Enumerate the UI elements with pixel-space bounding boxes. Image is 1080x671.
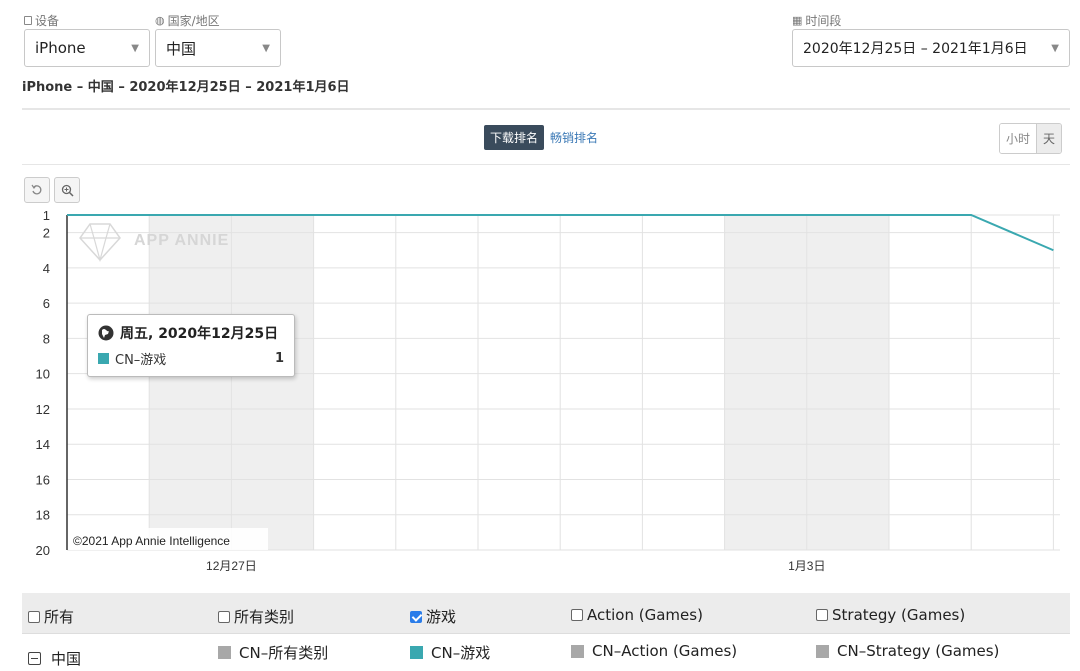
group-row-china[interactable]: 中国 [28, 648, 81, 669]
y-tick-label: 6 [43, 296, 50, 311]
y-tick-label: 8 [43, 331, 50, 346]
copyright: ©2021 App Annie Intelligence [73, 534, 230, 548]
series-swatch [410, 646, 423, 659]
y-tick-label: 18 [36, 508, 50, 523]
legend-checkbox-label: 所有类别 [234, 608, 295, 626]
legend-checkbox-label: Action (Games) [587, 606, 703, 624]
legend-checkbox-label: Strategy (Games) [832, 606, 966, 624]
legend-series-label: CN–游戏 [431, 644, 491, 662]
legend-series-label: CN–Strategy (Games) [837, 642, 1000, 660]
checkbox-icon[interactable] [816, 609, 828, 621]
calendar-icon: ▦ [792, 14, 803, 27]
legend-checkbox-label: 游戏 [426, 608, 457, 626]
tab-download-rank[interactable]: 下载排名 [484, 125, 545, 150]
rank-chart: 12468101214161820 12月27日 1月3日 APP ANNIE ©… [36, 208, 1060, 573]
y-tick-label: 2 [43, 226, 50, 241]
chart-tooltip: 周五, 2020年12月25日 CN–游戏 1 [87, 314, 295, 377]
tooltip-date-row: 周五, 2020年12月25日 [98, 323, 284, 343]
legend-checkbox-item[interactable]: Strategy (Games) [816, 606, 965, 624]
chevron-down-icon: ▼ [131, 42, 139, 54]
legend-checkbox-item[interactable]: 游戏 [410, 606, 456, 627]
checkbox-icon[interactable] [28, 610, 40, 623]
page-subtitle: iPhone – 中国 – 2020年12月25日 – 2021年1月6日 [22, 80, 350, 95]
legend-series-item[interactable]: CN–Strategy (Games) [816, 642, 999, 660]
x-tick-label: 12月27日 [206, 559, 257, 573]
period-label: ▦ 时间段 [792, 14, 842, 28]
legend-series-label: CN–Action (Games) [592, 642, 738, 660]
hour-button[interactable]: 小时 [1000, 124, 1037, 153]
zoom-in-icon [61, 184, 74, 197]
legend-series-item[interactable]: CN–Action (Games) [571, 642, 737, 660]
country-label: ◍ 国家/地区 [155, 14, 220, 28]
period-select-value: 2020年12月25日 – 2021年1月6日 [803, 41, 1028, 57]
checkbox-icon[interactable] [571, 609, 583, 621]
tooltip-date: 周五, 2020年12月25日 [120, 326, 279, 342]
x-tick-label: 1月3日 [788, 559, 825, 573]
divider [22, 108, 1070, 110]
legend-checkbox-item[interactable]: 所有类别 [218, 606, 294, 627]
checkbox-checked-icon[interactable] [410, 610, 422, 623]
legend-series-item[interactable]: CN–所有类别 [218, 642, 328, 663]
series-swatch [816, 644, 829, 658]
globe-icon: ◍ [155, 14, 165, 27]
divider [22, 164, 1070, 165]
device-icon [24, 16, 32, 25]
undo-icon [31, 184, 42, 195]
series-swatch [98, 353, 109, 364]
y-tick-label: 16 [36, 472, 50, 487]
app-annie-logo-icon [79, 223, 121, 263]
country-select-value: 中国 [166, 39, 197, 58]
legend-checkbox-item[interactable]: 所有 [28, 606, 74, 627]
chevron-down-icon: ▼ [1051, 42, 1059, 54]
checkbox-icon[interactable] [218, 610, 230, 623]
legend-checkbox-item[interactable]: Action (Games) [571, 606, 703, 624]
y-tick-label: 4 [43, 261, 50, 276]
tooltip-series-row: CN–游戏 1 [98, 349, 284, 368]
legend-checkbox-label: 所有 [44, 608, 75, 626]
series-swatch [218, 646, 231, 659]
tooltip-value: 1 [274, 351, 284, 366]
copyright-box: ©2021 App Annie Intelligence [68, 528, 268, 550]
y-tick-label: 12 [36, 402, 50, 417]
tab-revenue-rank[interactable]: 畅销排名 [550, 129, 598, 146]
globe-icon [98, 325, 114, 341]
rank-tabs: 下载排名 畅销排名 [484, 125, 598, 150]
watermark-text: APP ANNIE [134, 232, 229, 249]
legend-series-item[interactable]: CN–游戏 [410, 642, 490, 663]
day-button[interactable]: 天 [1036, 124, 1062, 153]
legend-series-label: CN–所有类别 [239, 644, 329, 662]
divider [22, 633, 1070, 634]
collapse-icon[interactable] [28, 652, 41, 665]
tooltip-series: CN–游戏 [98, 349, 166, 368]
device-select[interactable]: iPhone ▼ [24, 29, 150, 67]
country-select[interactable]: 中国 ▼ [155, 29, 281, 67]
y-tick-label: 20 [36, 543, 50, 558]
y-tick-label: 14 [36, 437, 50, 452]
group-label: 中国 [51, 650, 82, 668]
granularity-toggle: 小时 天 [999, 123, 1063, 154]
period-select[interactable]: 2020年12月25日 – 2021年1月6日 ▼ [792, 29, 1070, 67]
chevron-down-icon: ▼ [262, 42, 270, 54]
y-tick-label: 10 [36, 367, 50, 382]
tooltip-series-name: CN–游戏 [115, 353, 167, 368]
device-select-value: iPhone [35, 39, 86, 57]
series-swatch [571, 644, 584, 658]
device-label: 设备 [24, 12, 59, 29]
y-tick-label: 1 [43, 208, 50, 223]
